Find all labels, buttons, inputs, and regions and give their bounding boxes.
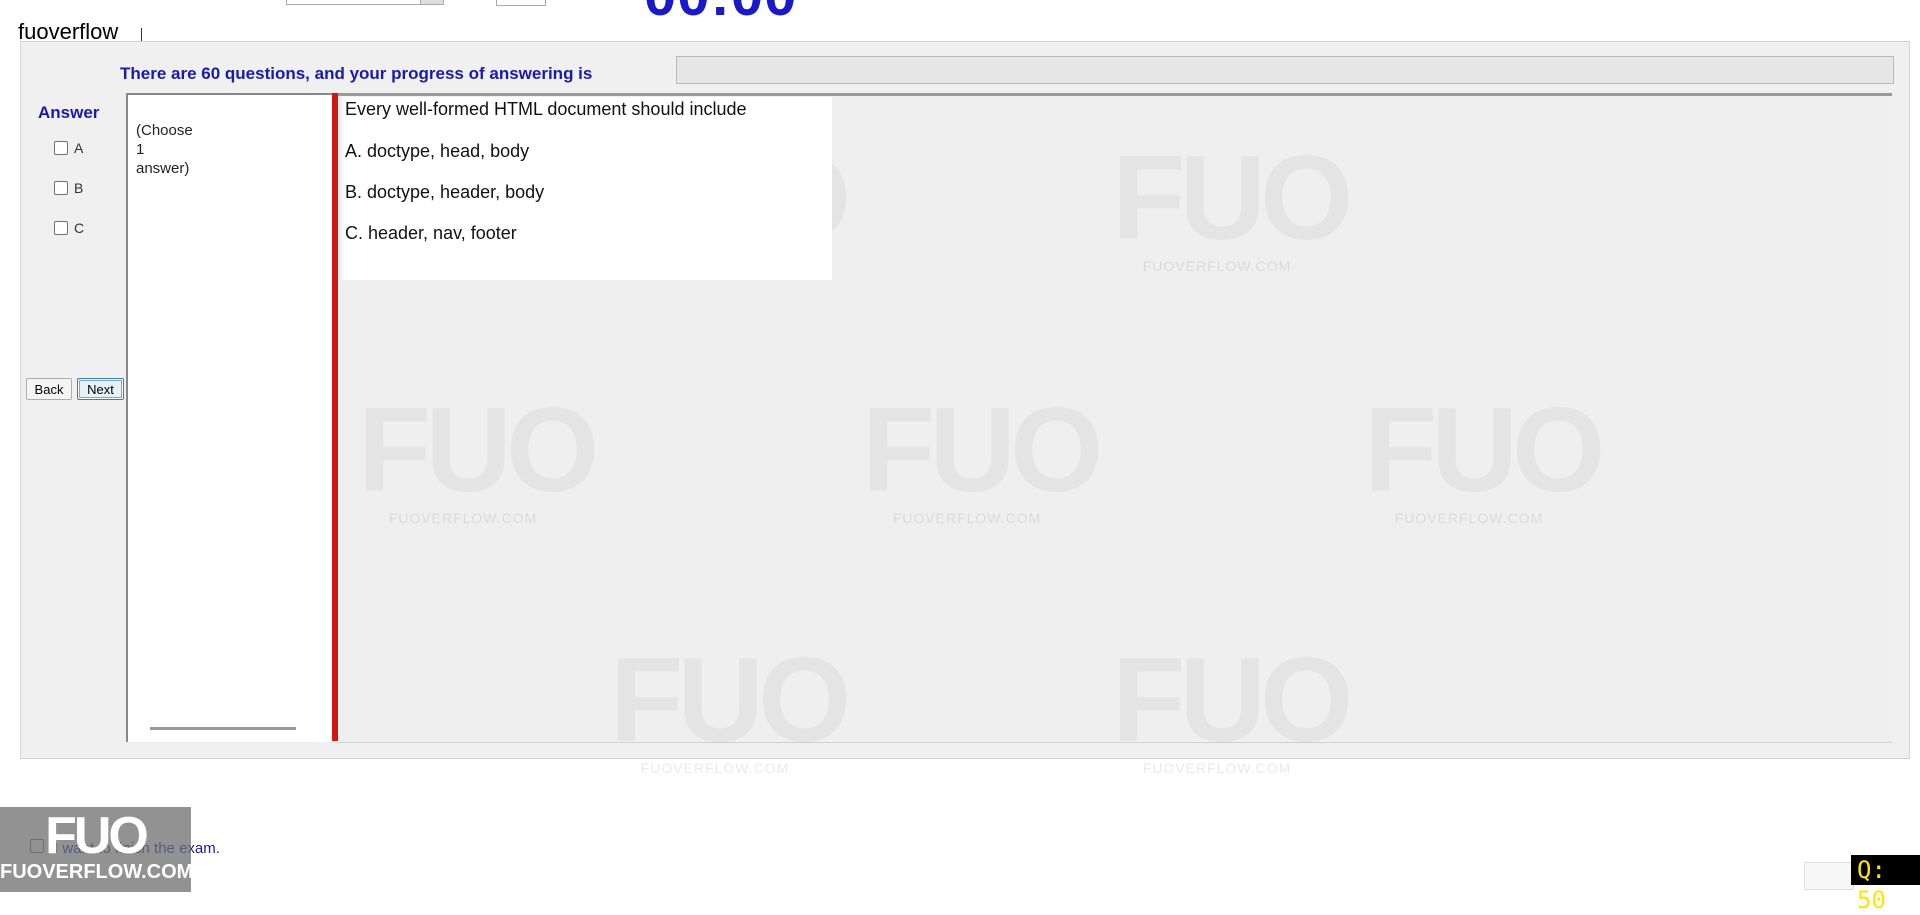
answer-option-b[interactable]: B xyxy=(54,180,83,196)
answer-option-c[interactable]: C xyxy=(54,220,84,236)
answer-option-label: B xyxy=(74,180,84,196)
progress-bar xyxy=(676,56,1894,84)
chevron-down-icon[interactable] xyxy=(420,0,443,4)
question-text: Every well-formed HTML document should i… xyxy=(345,99,747,119)
next-button[interactable]: Next xyxy=(77,378,124,400)
logo-site: FUOVERFLOW.COM xyxy=(0,861,194,883)
watermark-mark: FUO xyxy=(1112,640,1353,760)
checkbox-c[interactable] xyxy=(54,221,68,235)
watermark-site: FUOVERFLOW.COM xyxy=(640,760,790,776)
answer-option-a[interactable]: A xyxy=(54,140,83,156)
watermark-mark: FUO xyxy=(1364,390,1605,510)
watermark: FUO FUOVERFLOW.COM xyxy=(1112,640,1353,776)
fuoverflow-logo: FUO FUOVERFLOW.COM xyxy=(0,807,194,892)
watermark-site: FUOVERFLOW.COM xyxy=(892,510,1042,526)
choose-hint-line: (Choose xyxy=(136,122,193,139)
answer-option-label: C xyxy=(74,220,85,236)
back-button[interactable]: Back xyxy=(26,378,72,400)
countdown-timer: 00:00 xyxy=(644,0,797,29)
watermark-mark: FUO xyxy=(1112,138,1353,258)
choose-hint-line: 1 xyxy=(136,141,145,158)
choose-hint: (Choose 1 answer) xyxy=(136,121,193,178)
watermark-mark: FUO xyxy=(358,390,599,510)
watermark: FUO FUOVERFLOW.COM xyxy=(1112,138,1353,274)
watermark-mark: FUO xyxy=(862,390,1103,510)
watermark: FUO FUOVERFLOW.COM xyxy=(358,390,599,526)
answer-title: Answer xyxy=(38,103,100,122)
watermark: FUO FUOVERFLOW.COM xyxy=(1364,390,1605,526)
watermark-site: FUOVERFLOW.COM xyxy=(1142,760,1292,776)
question-option-c: C. header, nav, footer xyxy=(345,223,517,243)
horizontal-scrollbar[interactable] xyxy=(150,727,296,730)
font-size-stepper[interactable] xyxy=(496,0,546,6)
finish-button[interactable] xyxy=(1804,862,1854,890)
watermark-site: FUOVERFLOW.COM xyxy=(1142,258,1292,274)
question-option-b: B. doctype, header, body xyxy=(345,182,545,202)
watermark: FUO FUOVERFLOW.COM xyxy=(610,640,851,776)
watermark: FUO FUOVERFLOW.COM xyxy=(862,390,1103,526)
watermark-site: FUOVERFLOW.COM xyxy=(1394,510,1544,526)
answer-option-label: A xyxy=(74,140,84,156)
logo-mark: FUO xyxy=(45,807,149,865)
progress-label: There are 60 questions, and your progres… xyxy=(120,64,593,83)
question-option-a: A. doctype, head, body xyxy=(345,141,530,161)
choose-hint-line: answer) xyxy=(136,160,190,177)
answer-hint-panel xyxy=(126,93,333,742)
checkbox-a[interactable] xyxy=(54,141,68,155)
watermark-site: FUOVERFLOW.COM xyxy=(388,510,538,526)
question-number-badge: Q: 50 xyxy=(1851,855,1920,914)
checkbox-b[interactable] xyxy=(54,181,68,195)
watermark-mark: FUO xyxy=(610,640,851,760)
